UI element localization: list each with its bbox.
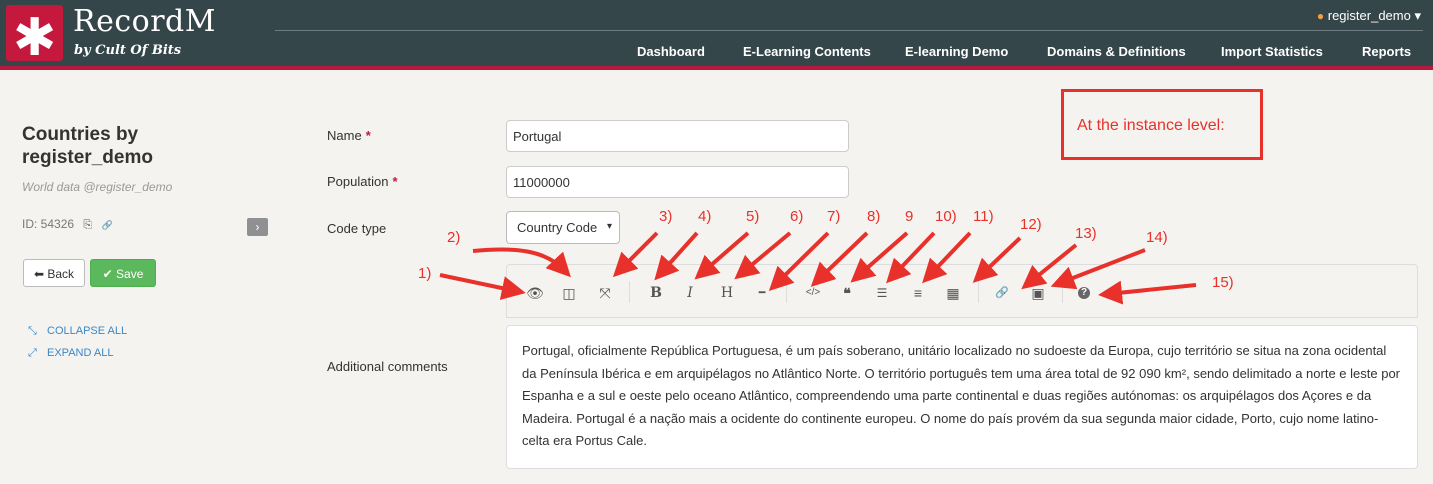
annotation-number: 9 (905, 208, 914, 225)
user-menu[interactable]: ● register_demo ▾ (1317, 8, 1421, 24)
toggle-sidebar-button[interactable]: › (247, 218, 268, 236)
link-icon[interactable]: 🔗 (102, 220, 113, 230)
annotation-number: 7) (827, 208, 841, 225)
name-label: Name * (327, 128, 371, 143)
nav-import-statistics[interactable]: Import Statistics (1221, 44, 1323, 59)
toolbar-divider (978, 281, 979, 303)
annotation-number: 15) (1212, 274, 1234, 291)
nav-e-learning-demo[interactable]: E-learning Demo (905, 44, 1008, 59)
code-type-value: Country Code (517, 220, 598, 235)
person-icon: ● (1316, 9, 1325, 23)
toolbar-divider (786, 281, 787, 303)
app-byline: by Cult Of Bits (74, 43, 182, 58)
toolbar-divider (629, 281, 630, 303)
expand-all-link[interactable]: ⤢ EXPAND ALL (28, 347, 113, 360)
table-icon[interactable]: ▦ (942, 284, 964, 302)
required-mark: * (365, 128, 371, 143)
unordered-list-icon[interactable]: ☰ (871, 284, 893, 302)
back-label: Back (47, 267, 75, 281)
chevron-down-icon: ▾ (606, 221, 612, 232)
back-button[interactable]: ⬅ Back (23, 259, 85, 287)
comments-editor[interactable]: Portugal, oficialmente República Portugu… (506, 325, 1418, 469)
app-name[interactable]: RecordM (73, 4, 216, 39)
population-label: Population * (327, 174, 398, 189)
annotation-number: 10) (935, 208, 957, 225)
logo-icon[interactable]: ✱ (6, 5, 63, 68)
bold-icon[interactable]: B (645, 284, 667, 302)
comments-label: Additional comments (327, 359, 448, 374)
annotation-number: 6) (790, 208, 804, 225)
username: register_demo (1327, 8, 1411, 23)
nav-e-learning-contents[interactable]: E-Learning Contents (743, 44, 871, 59)
horizontal-rule-icon[interactable]: ━ (751, 284, 773, 302)
annotation-number: 2) (447, 229, 461, 246)
toolbar-divider (1062, 281, 1063, 303)
nav-reports[interactable]: Reports (1362, 44, 1411, 59)
annotation-number: 5) (746, 208, 760, 225)
annotation-number: 11) (973, 208, 994, 225)
annotation-number: 3) (659, 208, 673, 225)
page-subtitle: World data @register_demo (22, 180, 173, 194)
annotation-box: At the instance level: (1061, 89, 1263, 160)
arrow-left-icon: ⬅ (33, 267, 45, 281)
arrow-1 (439, 273, 526, 300)
expand-all-label: EXPAND ALL (47, 347, 114, 359)
help-icon[interactable]: ? (1078, 287, 1090, 299)
annotation-text: At the instance level: (1077, 117, 1225, 134)
header-divider (275, 30, 1423, 31)
collapse-icon: ⤡ (28, 325, 37, 337)
save-button[interactable]: ✔ Save (90, 259, 156, 287)
fullscreen-icon[interactable]: ⤧ (594, 284, 616, 302)
population-field[interactable]: 11000000 (506, 166, 849, 198)
image-icon[interactable]: ▣ (1027, 284, 1049, 302)
save-label: Save (116, 267, 144, 281)
annotation-number: 8) (867, 208, 881, 225)
code-type-label: Code type (327, 221, 387, 236)
annotation-number: 1) (418, 265, 432, 282)
name-label-text: Name (327, 128, 362, 143)
chevron-down-icon: ▾ (1414, 8, 1421, 23)
population-label-text: Population (327, 174, 389, 189)
quote-icon[interactable]: ❝ (836, 284, 858, 302)
nav-domains-definitions[interactable]: Domains & Definitions (1047, 44, 1186, 59)
copy-icon[interactable]: ⎘ (83, 219, 92, 231)
editor-toolbar: 👁 ◫ ⤧ B I H ━ </> ❝ ☰ ≡ ▦ 🔗 ▣ ? (506, 264, 1418, 318)
code-icon[interactable]: </> (802, 284, 824, 302)
heading-icon[interactable]: H (716, 284, 738, 302)
annotation-number: 13) (1075, 225, 1097, 242)
side-by-side-icon[interactable]: ◫ (558, 284, 580, 302)
annotation-number: 4) (698, 208, 712, 225)
name-field[interactable]: Portugal (506, 120, 849, 152)
preview-icon[interactable]: 👁 (524, 284, 546, 302)
expand-icon: ⤢ (28, 347, 37, 359)
page-title: Countries by register_demo (22, 124, 153, 168)
required-mark: * (392, 174, 398, 189)
nav-dashboard[interactable]: Dashboard (637, 44, 705, 59)
instance-id: ID: 54326 ⎘ 🔗 (22, 217, 113, 232)
id-text: ID: 54326 (22, 217, 75, 231)
code-type-select[interactable]: Country Code ▾ (506, 211, 620, 244)
italic-icon[interactable]: I (679, 284, 701, 302)
collapse-all-link[interactable]: ⤡ COLLAPSE ALL (28, 325, 127, 338)
check-icon: ✔ (102, 267, 113, 281)
annotation-number: 14) (1146, 229, 1168, 246)
collapse-all-label: COLLAPSE ALL (47, 325, 128, 337)
annotation-number: 12) (1020, 216, 1042, 233)
link-icon[interactable]: 🔗 (991, 284, 1013, 302)
ordered-list-icon[interactable]: ≡ (907, 284, 929, 302)
top-header: ✱ RecordM by Cult Of Bits ● register_dem… (0, 0, 1433, 70)
